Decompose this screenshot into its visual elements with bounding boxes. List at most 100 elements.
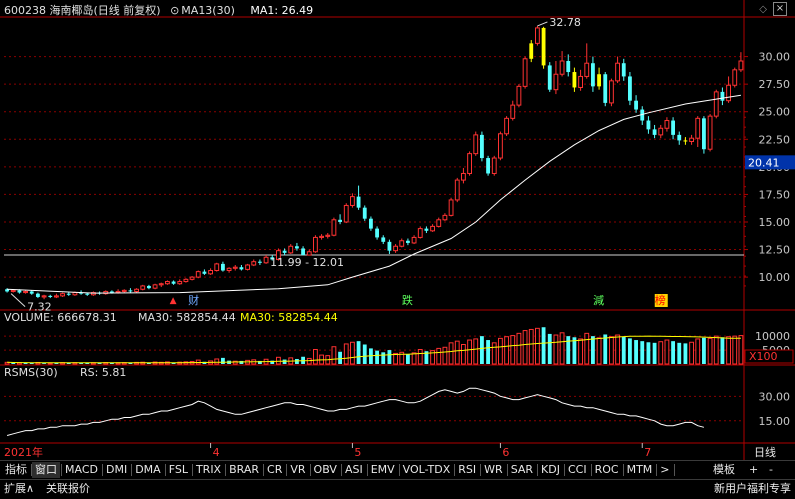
close-icon[interactable]: ×: [773, 2, 787, 16]
volume-bar: [442, 346, 448, 365]
tab-dma[interactable]: DMA: [132, 462, 164, 478]
price-tick-label: 17.50: [759, 188, 791, 201]
candle-body: [60, 293, 65, 297]
tab-vr[interactable]: VR: [287, 462, 308, 478]
expand-button[interactable]: 扩展∧: [4, 481, 34, 497]
tab-macd[interactable]: MACD: [62, 462, 101, 478]
candle-body: [720, 91, 725, 101]
chevron-down-icon[interactable]: ⊙: [170, 3, 179, 19]
volume-bar: [381, 352, 386, 364]
volume-bar: [221, 357, 225, 364]
candle-body: [140, 285, 146, 290]
tab-fsl[interactable]: FSL: [166, 462, 191, 478]
candle-body: [652, 129, 657, 135]
volume-unit-label: X100: [749, 350, 778, 363]
tab-kdj[interactable]: KDJ: [538, 462, 563, 478]
event-label: 跌: [402, 293, 413, 307]
candle-body: [406, 240, 410, 243]
tab-cr[interactable]: CR: [264, 462, 285, 478]
tab-obv[interactable]: OBV: [311, 462, 340, 478]
volume-bar: [559, 332, 565, 365]
ma-dropdown[interactable]: ⊙ MA13(30): [170, 4, 244, 17]
candle-body: [547, 65, 552, 90]
volume-bar: [535, 327, 540, 365]
volume-bar: [467, 339, 472, 365]
candle-body: [232, 266, 238, 269]
volume-ma30-label: MA30: 582854.44: [240, 311, 338, 324]
event-label: 榜: [655, 293, 666, 307]
candle-body: [597, 74, 601, 87]
candle-body: [331, 219, 337, 236]
volume-bar: [677, 342, 682, 364]
candle-body: [134, 288, 139, 292]
candle-body: [295, 246, 299, 249]
tab-brar[interactable]: BRAR: [226, 462, 262, 478]
high-label: 32.78: [549, 16, 581, 29]
tab-wr[interactable]: WR: [481, 462, 506, 478]
candle-body: [306, 251, 312, 256]
diamond-icon[interactable]: ◇: [759, 4, 767, 15]
candle-body: [448, 199, 454, 216]
candle-body: [17, 290, 22, 293]
volume-bar: [473, 338, 479, 365]
x-tick-label: 5: [354, 446, 361, 459]
volume-bar: [628, 338, 632, 364]
candle-body: [214, 263, 220, 272]
tab-mtm[interactable]: MTM: [624, 462, 656, 478]
tab-cci[interactable]: CCI: [565, 462, 590, 478]
indicator-tick-label: 30.00: [759, 390, 791, 403]
chart-canvas[interactable]: 30.0027.5025.0022.5020.0017.5015.0012.50…: [0, 0, 795, 460]
tab-emv[interactable]: EMV: [368, 462, 398, 478]
candle-body: [387, 241, 392, 251]
candle-body: [152, 284, 158, 289]
candle-body: [10, 289, 16, 292]
volume-bar: [448, 342, 454, 365]
volume-bar: [436, 347, 442, 365]
candle-body: [313, 236, 318, 253]
tab-asi[interactable]: ASI: [342, 462, 366, 478]
x-tick-label: 6: [502, 446, 509, 459]
candle-body: [529, 43, 534, 59]
candle-body: [110, 291, 114, 293]
candle-body: [399, 240, 405, 247]
tab-[interactable]: 指标: [2, 462, 30, 478]
tab-voltdx[interactable]: VOL-TDX: [400, 462, 454, 478]
candle-body: [381, 237, 386, 242]
candle-body: [535, 27, 540, 44]
volume-bar: [331, 346, 337, 365]
stock-chart-window: 30.0027.5025.0022.5020.0017.5015.0012.50…: [0, 0, 795, 499]
candle-body: [436, 219, 442, 227]
x-tick-label: 2021年: [4, 445, 43, 459]
zoom-out-button[interactable]: -: [766, 462, 776, 478]
volume-bar: [578, 338, 583, 365]
tab-dmi[interactable]: DMI: [103, 462, 130, 478]
candle-body: [147, 285, 151, 289]
related-quotes-button[interactable]: 关联报价: [46, 481, 90, 497]
new-user-promo-link[interactable]: 新用户福利专享: [714, 481, 791, 497]
indicator-tick-label: 15.00: [759, 415, 791, 428]
candle-body: [578, 75, 583, 88]
candle-body: [491, 157, 497, 174]
candle-body: [343, 204, 349, 223]
volume-bar: [454, 340, 460, 365]
candle-body: [615, 62, 620, 82]
tab-[interactable]: >: [657, 462, 672, 478]
tab-trix[interactable]: TRIX: [193, 462, 224, 478]
volume-bar: [553, 334, 559, 365]
zoom-in-button[interactable]: +: [746, 462, 761, 478]
tab-rsi[interactable]: RSI: [455, 462, 479, 478]
volume-bar: [295, 358, 299, 364]
candle-body: [480, 134, 484, 159]
tab-roc[interactable]: ROC: [592, 462, 622, 478]
candle-body: [325, 234, 331, 237]
tab-[interactable]: 窗口: [32, 462, 60, 478]
volume-bar: [695, 338, 701, 365]
volume-bar: [528, 328, 534, 365]
price-panel-header: 600238 海南椰岛(日线 前复权) ⊙ MA13(30) MA1: 26.49: [4, 3, 319, 19]
candle-body: [251, 261, 257, 266]
volume-bar: [707, 337, 713, 365]
candle-body: [54, 295, 59, 298]
tab-sar[interactable]: SAR: [508, 462, 536, 478]
template-button[interactable]: 模板: [710, 462, 738, 478]
volume-bar: [547, 333, 552, 364]
